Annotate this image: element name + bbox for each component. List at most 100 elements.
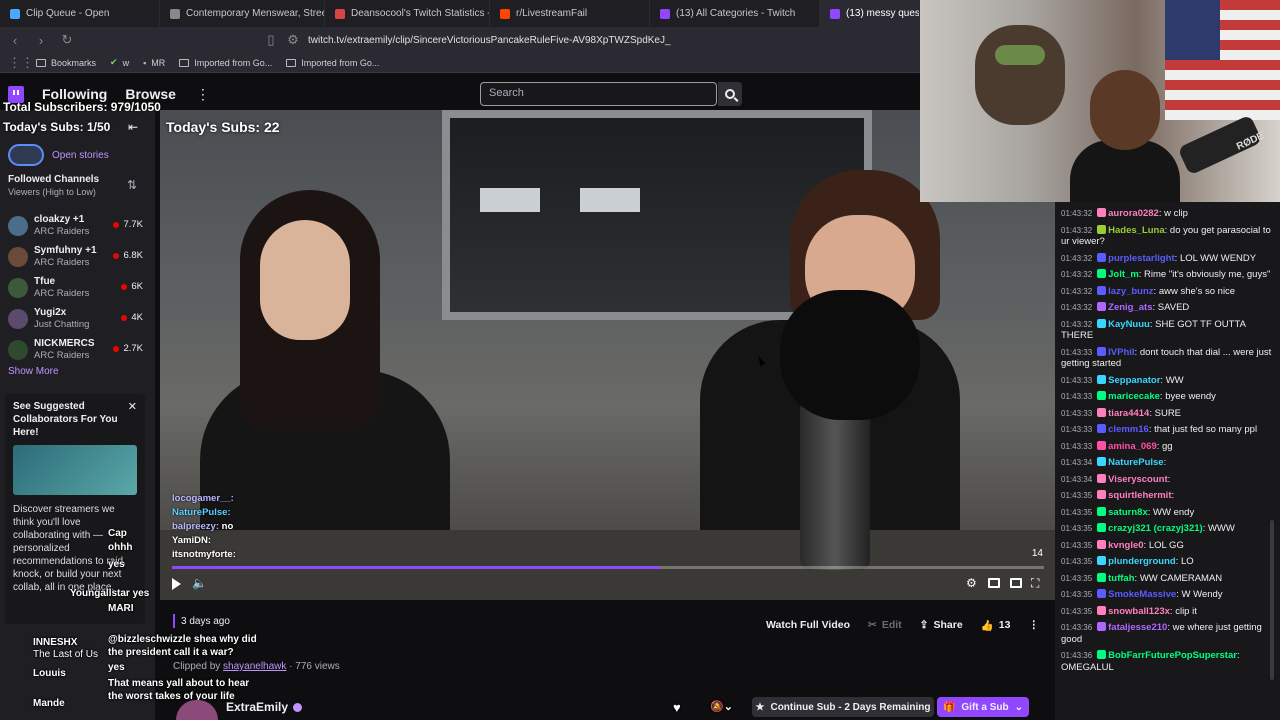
share-button[interactable]: ⇪ Share	[914, 614, 969, 636]
chat-username[interactable]: IVPhil	[1108, 347, 1134, 358]
chat-separator: :	[1167, 473, 1171, 485]
collapse-sidebar-icon[interactable]: ⇤	[128, 120, 138, 134]
chat-badge-icon	[1097, 224, 1107, 234]
forward-icon[interactable]: ›	[34, 33, 48, 48]
back-icon[interactable]: ‹	[8, 33, 22, 48]
chat-username[interactable]: tuffah	[1108, 573, 1134, 584]
browser-tab[interactable]: Clip Queue - Open	[0, 0, 160, 27]
video-timeline[interactable]	[172, 566, 1044, 569]
sort-icon[interactable]: ⇅	[127, 178, 137, 192]
show-more-link[interactable]: Show More	[8, 366, 59, 377]
clipped-by: Clipped by shayanelhawk · 776 views	[173, 661, 340, 672]
chat-username[interactable]: KayNuuu	[1108, 319, 1150, 330]
chat-username[interactable]: NaturePulse	[1108, 457, 1163, 468]
continue-sub-button[interactable]: ★ Continue Sub - 2 Days Remaining	[752, 697, 934, 717]
sidebar-channel[interactable]: Symfuhny +1 ARC Raiders 6.8K	[0, 241, 155, 272]
channel-name[interactable]: ExtraEmily	[226, 700, 303, 714]
url-field[interactable]: ▯ ⚙ twitch.tv/extraemily/clip/SincereVic…	[94, 32, 912, 48]
chat-badge-icon	[1097, 208, 1107, 217]
chat-username[interactable]: amina_069	[1108, 441, 1157, 452]
promo-thumbnail[interactable]	[13, 445, 137, 495]
bookmark-icon[interactable]: ▯	[264, 32, 278, 48]
open-stories[interactable]: Open stories	[8, 144, 109, 166]
browser-tab[interactable]: r/LivestreamFail	[490, 0, 650, 27]
bookmark-item[interactable]: ✔ w	[110, 57, 129, 68]
chat-username[interactable]: snowball123x	[1108, 606, 1170, 617]
bookmark-item[interactable]: Imported from Go...	[179, 58, 272, 68]
chat-username[interactable]: squirtlehermit	[1108, 490, 1171, 501]
fullscreen-icon[interactable]: ⛶	[1031, 576, 1039, 591]
browser-tab[interactable]: (13) All Categories - Twitch	[650, 0, 820, 27]
chat-username[interactable]: SmokeMassive	[1108, 589, 1176, 600]
reload-icon[interactable]: ↻	[60, 32, 74, 48]
sidebar-channel[interactable]: NICKMERCS ARC Raiders 2.7K	[0, 334, 155, 365]
chevron-down-icon: ⌄	[1014, 701, 1024, 713]
video-chat-line: itsnotmyforte:	[172, 549, 236, 560]
overlay-chat-message: @bizzleschwizzle shea why did the presid…	[108, 634, 257, 658]
gift-sub-button[interactable]: 🎁 Gift a Sub ⌄	[937, 697, 1029, 717]
edit-button[interactable]: ✂ Edit	[862, 614, 908, 636]
settings-icon[interactable]: ⚙	[966, 576, 977, 590]
chat-username[interactable]: clemm16	[1108, 424, 1149, 435]
channel-avatar[interactable]	[176, 700, 218, 720]
chat-username[interactable]: kvngle0	[1108, 540, 1143, 551]
chat-username[interactable]: maricecake	[1108, 391, 1160, 402]
chat-text: WWW	[1207, 523, 1235, 534]
chat-username[interactable]: Zenig_ats	[1108, 302, 1152, 313]
sidebar-channel[interactable]: Yugi2x Just Chatting 4K	[0, 303, 155, 334]
chat-message: 01:43:32 Jolt_m: Rime "it's obviously me,…	[1061, 269, 1272, 281]
search-button[interactable]	[718, 82, 742, 106]
chat-text: WW endy	[1153, 506, 1195, 518]
chat-username[interactable]: Viseryscount	[1108, 474, 1168, 485]
folder-icon	[179, 58, 190, 67]
close-icon[interactable]: ✕	[128, 400, 137, 413]
chat-username[interactable]: lazy_bunz	[1108, 286, 1153, 297]
browser-tab[interactable]: (13) messy questio	[820, 0, 920, 27]
overlay-chat-line: INNESHX	[33, 637, 78, 648]
sidebar-toggle-icon[interactable]	[1010, 578, 1022, 588]
tab-favicon-icon	[660, 8, 670, 19]
bookmark-item[interactable]: Imported from Go...	[286, 58, 379, 68]
bookmark-item[interactable]: Bookmarks	[36, 58, 96, 68]
play-icon[interactable]	[172, 578, 181, 590]
sidebar-channel[interactable]: cloakzy +1 ARC Raiders 7.7K	[0, 210, 155, 241]
clipper-link[interactable]: shayanelhawk	[223, 661, 286, 672]
more-menu-icon[interactable]: ⋮	[196, 86, 210, 103]
chat-username[interactable]: Hades_Luna	[1108, 225, 1165, 236]
chat-username[interactable]: crazyj321 (crazyj321)	[1108, 523, 1203, 534]
watch-full-video-button[interactable]: Watch Full Video	[760, 614, 856, 636]
volume-icon[interactable]: 🔈	[192, 576, 207, 590]
chat-username[interactable]: Seppanator	[1108, 375, 1160, 386]
chat-timestamp: 01:43:33	[1061, 408, 1093, 418]
theatre-mode-icon[interactable]	[988, 578, 1000, 588]
overlay-chat-line: ohhh	[108, 542, 133, 553]
chat-separator: :	[1163, 457, 1167, 468]
chat-username[interactable]: tiara4414	[1108, 408, 1149, 419]
chat-username[interactable]: aurora0282	[1108, 208, 1159, 219]
chat-username[interactable]: Jolt_m	[1108, 269, 1139, 280]
tab-favicon-icon	[335, 8, 345, 19]
channel-name: Tfue	[34, 275, 56, 287]
chat-timestamp: 01:43:33	[1061, 347, 1093, 357]
browser-tab[interactable]: Deansocool's Twitch Statistics - Social	[325, 0, 490, 27]
sidebar-channel[interactable]: Tfue ARC Raiders 6K	[0, 272, 155, 303]
apps-grid-icon[interactable]: ⋮⋮	[8, 55, 34, 71]
like-button[interactable]: 👍 13	[975, 614, 1017, 636]
search-input[interactable]: Search	[480, 82, 717, 106]
chat-badge-icon	[1097, 346, 1107, 356]
chat-username[interactable]: purplestarlight	[1108, 253, 1175, 264]
bookmark-item[interactable]: ▪ MR	[143, 58, 165, 68]
chat-username[interactable]: BobFarrFuturePopSuperstar	[1108, 650, 1237, 661]
person-face	[260, 220, 350, 340]
notifications-icon[interactable]: 🔕⌄	[710, 700, 733, 713]
chat-username[interactable]: plunderground	[1108, 556, 1176, 567]
chat-scrollbar[interactable]	[1270, 520, 1274, 680]
chat-timestamp: 01:43:32	[1061, 209, 1093, 218]
browser-tab[interactable]: Contemporary Menswear, Streetwear	[160, 0, 325, 27]
more-options-icon[interactable]: ⋮	[1022, 614, 1045, 636]
chat-username[interactable]: saturn8x	[1108, 507, 1148, 518]
heart-icon[interactable]: ♥	[673, 700, 681, 715]
channel-name: Yugi2x	[34, 306, 67, 318]
chat-username[interactable]: fataljesse210	[1108, 622, 1167, 633]
site-info-icon[interactable]: ⚙	[286, 32, 300, 48]
